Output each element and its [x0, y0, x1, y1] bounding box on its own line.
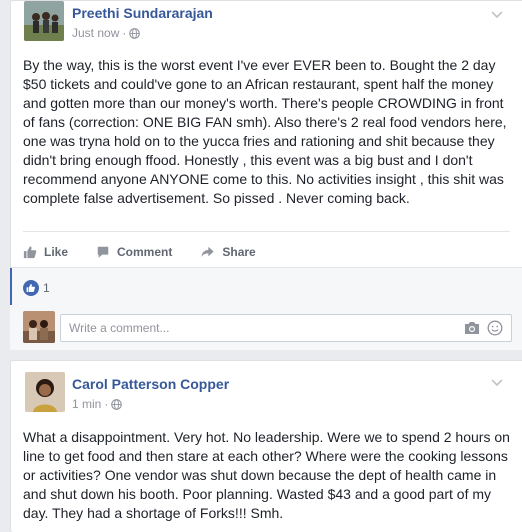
post-timestamp[interactable]: Just now	[72, 26, 119, 40]
reactions-accent	[10, 268, 12, 305]
globe-icon	[129, 27, 141, 39]
like-button[interactable]: Like	[23, 245, 68, 259]
globe-icon	[111, 398, 123, 410]
author-avatar[interactable]	[25, 372, 65, 412]
emoji-icon[interactable]	[487, 320, 503, 336]
camera-icon[interactable]	[464, 321, 480, 335]
post-meta: 1 min ·	[72, 397, 123, 411]
like-reaction-icon	[23, 280, 39, 296]
divider	[23, 231, 510, 232]
post-actions: Like Comment Share	[23, 245, 256, 259]
share-label: Share	[222, 245, 256, 259]
reactions-and-comments: 1	[10, 267, 522, 350]
reaction-count: 1	[43, 281, 50, 295]
post-timestamp[interactable]: 1 min	[72, 397, 101, 411]
meta-separator: ·	[104, 397, 109, 411]
post-card: Carol Patterson Copper 1 min · What a di…	[10, 360, 522, 532]
share-button[interactable]: Share	[200, 245, 256, 259]
post-card: Preethi Sundararajan Just now · By the w…	[10, 0, 522, 350]
comment-icon	[97, 246, 109, 258]
comment-box	[60, 314, 512, 342]
comment-label: Comment	[117, 245, 173, 259]
chevron-down-icon[interactable]	[490, 7, 504, 21]
reaction-summary[interactable]: 1	[23, 280, 50, 296]
current-user-avatar	[23, 311, 55, 343]
chevron-down-icon[interactable]	[490, 375, 504, 389]
author-avatar[interactable]	[24, 1, 64, 41]
meta-separator: ·	[122, 26, 127, 40]
thumbs-up-icon	[23, 246, 37, 259]
like-label: Like	[44, 245, 69, 259]
comment-input[interactable]	[67, 320, 411, 336]
author-name[interactable]: Preethi Sundararajan	[72, 5, 213, 21]
author-name[interactable]: Carol Patterson Copper	[72, 376, 229, 392]
comment-button[interactable]: Comment	[96, 245, 172, 259]
share-arrow-icon	[201, 246, 214, 258]
post-body: By the way, this is the worst event I've…	[23, 57, 507, 206]
post-meta: Just now ·	[72, 26, 141, 40]
post-body: What a disappointment. Very hot. No lead…	[23, 429, 510, 521]
